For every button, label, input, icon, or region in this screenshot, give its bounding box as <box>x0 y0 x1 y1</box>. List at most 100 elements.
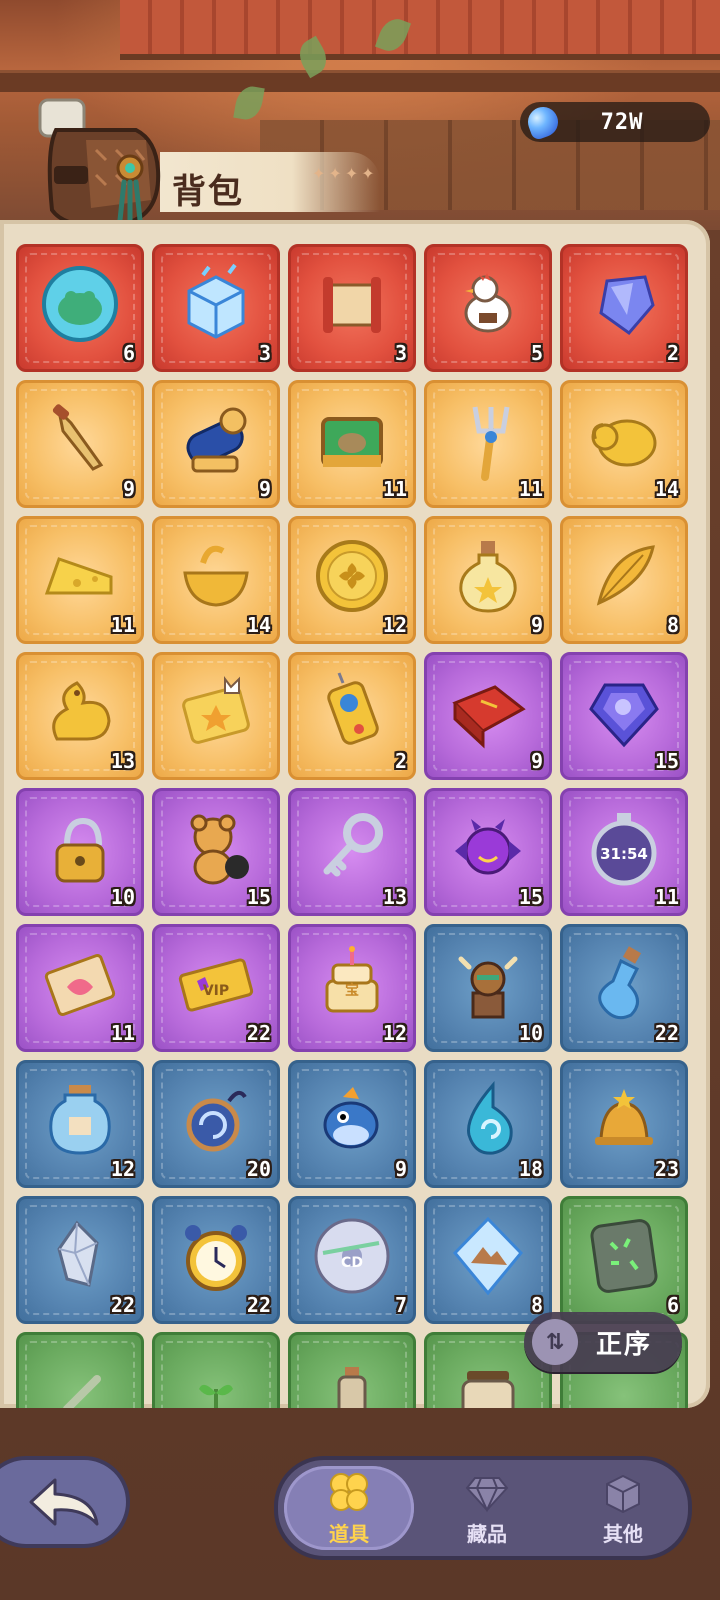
inventory-slot[interactable]: 11 <box>16 516 144 644</box>
water-drop-icon <box>445 1077 531 1163</box>
item-count: 13 <box>110 749 135 773</box>
inventory-slot[interactable]: 9 <box>288 1060 416 1188</box>
item-count: 11 <box>518 477 543 501</box>
inventory-slot[interactable]: 10 <box>424 924 552 1052</box>
inventory-slot[interactable]: 2 <box>560 244 688 372</box>
rune-stone-icon <box>581 1213 667 1299</box>
birthday-cake-label: 宝 <box>345 982 359 999</box>
cannon-icon <box>173 397 259 483</box>
inventory-slot[interactable]: 11 <box>288 380 416 508</box>
item-count: 13 <box>382 885 407 909</box>
item-count: 10 <box>110 885 135 909</box>
item-count: 6 <box>122 341 135 365</box>
inventory-slot[interactable]: 15 <box>424 788 552 916</box>
inventory-slot[interactable]: 31:54 11 <box>560 788 688 916</box>
item-count: 9 <box>122 477 135 501</box>
inventory-slot[interactable]: 13 <box>16 652 144 780</box>
inventory-slot[interactable]: 15 <box>560 652 688 780</box>
blue-gem-icon <box>523 102 563 142</box>
jar-bottle-icon <box>37 1077 123 1163</box>
ice-mountain-icon <box>445 1213 531 1299</box>
inventory-slot[interactable]: 22 <box>560 924 688 1052</box>
item-count: 14 <box>246 613 271 637</box>
inventory-slot[interactable]: 5 <box>424 244 552 372</box>
item-count: 8 <box>530 1293 543 1317</box>
item-count: 9 <box>394 1157 407 1181</box>
vip-ticket-label: VIP <box>203 983 229 999</box>
inventory-slot[interactable]: 8 <box>424 1196 552 1324</box>
inventory-slot[interactable]: 9 <box>152 380 280 508</box>
cd-disc-icon: CD <box>309 1213 395 1299</box>
birthday-cake-icon: 宝 <box>309 941 395 1027</box>
inventory-slot[interactable]: 23 <box>560 1060 688 1188</box>
item-count: 15 <box>518 885 543 909</box>
item-count: 9 <box>530 613 543 637</box>
item-count: 3 <box>394 341 407 365</box>
golden-sheep-icon <box>581 397 667 483</box>
inventory-slot[interactable]: 20 <box>152 1060 280 1188</box>
tab-other[interactable]: 其他 <box>558 1466 688 1550</box>
cat-ticket-icon <box>173 669 259 755</box>
decorative-dots: ✦✦✦✦ <box>312 164 378 183</box>
inventory-slot[interactable] <box>288 1332 416 1408</box>
inventory-slot[interactable]: 13 <box>288 788 416 916</box>
item-count: 18 <box>518 1157 543 1181</box>
currency-display[interactable]: 72W <box>520 102 710 142</box>
inventory-slot[interactable]: 18 <box>424 1060 552 1188</box>
item-count: 22 <box>110 1293 135 1317</box>
inventory-slot[interactable]: 3 <box>288 244 416 372</box>
water-bottle-icon <box>581 941 667 1027</box>
inventory-slot[interactable]: 2 <box>288 652 416 780</box>
small-bottle-icon <box>309 1349 395 1408</box>
back-button[interactable] <box>0 1456 130 1548</box>
item-count: 2 <box>666 341 679 365</box>
inventory-slot[interactable]: 6 <box>560 1196 688 1324</box>
inventory-slot[interactable]: 11 <box>424 380 552 508</box>
inventory-slot[interactable]: 9 <box>424 516 552 644</box>
ice-cube-icon <box>173 261 259 347</box>
inventory-slot[interactable]: 9 <box>16 380 144 508</box>
inventory-slot[interactable] <box>152 652 280 780</box>
silver-key-icon <box>309 805 395 891</box>
cheese-icon <box>37 533 123 619</box>
inventory-slot[interactable]: 12 <box>16 1060 144 1188</box>
inventory-slot[interactable]: 14 <box>560 380 688 508</box>
item-count: 7 <box>394 1293 407 1317</box>
inventory-slot[interactable]: VIP 22 <box>152 924 280 1052</box>
blue-crystal-icon <box>581 261 667 347</box>
inventory-slot[interactable]: 6 <box>16 244 144 372</box>
inventory-slot[interactable]: 12 <box>288 516 416 644</box>
item-count: 5 <box>530 341 543 365</box>
tab-items[interactable]: 道具 <box>284 1466 414 1550</box>
inventory-slot[interactable]: CD 7 <box>288 1196 416 1324</box>
item-count: 6 <box>666 1293 679 1317</box>
beam-decoration <box>0 70 720 92</box>
diamond-icon <box>465 1476 509 1512</box>
golden-bowl-icon <box>173 533 259 619</box>
sort-button[interactable]: ⇅ 正序 <box>524 1312 682 1372</box>
sort-button-label: 正序 <box>596 1329 653 1360</box>
inventory-slot[interactable] <box>152 1332 280 1408</box>
inventory-slot[interactable]: 10 <box>16 788 144 916</box>
item-count: 15 <box>246 885 271 909</box>
inventory-slot[interactable]: 14 <box>152 516 280 644</box>
item-count: 12 <box>382 1021 407 1045</box>
inventory-slot[interactable] <box>16 1332 144 1408</box>
inventory-slot[interactable]: 3 <box>152 244 280 372</box>
item-count: 3 <box>258 341 271 365</box>
inventory-slot[interactable]: 22 <box>152 1196 280 1324</box>
remote-device-icon <box>309 669 395 755</box>
inventory-slot[interactable]: 22 <box>16 1196 144 1324</box>
item-count: 8 <box>666 613 679 637</box>
inventory-slot[interactable]: 11 <box>16 924 144 1052</box>
currency-value: 72W <box>600 109 644 135</box>
tab-collection[interactable]: 藏品 <box>422 1466 552 1550</box>
golden-dragon-icon <box>37 669 123 755</box>
swirl-pendant-icon <box>173 1077 259 1163</box>
inventory-slot[interactable]: 8 <box>560 516 688 644</box>
inventory-slot[interactable]: 15 <box>152 788 280 916</box>
inventory-slot[interactable]: 宝 12 <box>288 924 416 1052</box>
tab-other-label: 其他 <box>603 1521 643 1546</box>
backpack-icon <box>38 98 161 228</box>
inventory-slot[interactable]: 9 <box>424 652 552 780</box>
